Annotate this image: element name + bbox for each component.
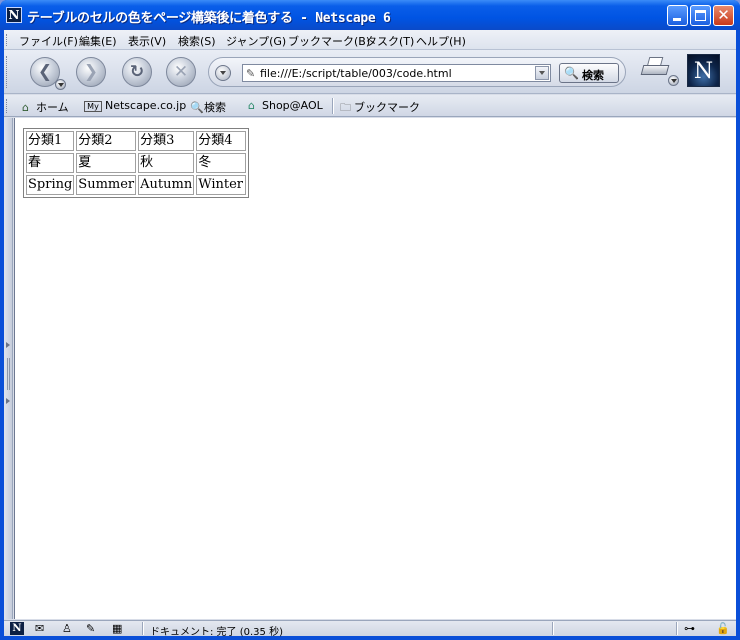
search-button[interactable]: 🔍 検索 [559,63,619,83]
online-status-icon[interactable]: ⊶ [684,622,695,635]
search-icon: 🔍 [564,66,579,80]
bookmarks-folder[interactable]: 🗀 ブックマーク [340,99,420,118]
print-dropdown[interactable] [668,75,679,86]
table-cell: 夏 [76,153,137,173]
search-label: 検索 [204,101,226,114]
netscape-app-icon[interactable]: N [6,7,22,23]
maximize-icon [695,10,706,21]
forward-arrow-icon: ❯ [83,62,99,82]
menu-view[interactable]: 表示(V) [128,33,166,49]
composer-icon[interactable]: ✎ [86,622,95,635]
status-bar: N ✉ ♙ ✎ ▦ ドキュメント: 完了 (0.35 秒) ⊶ 🔓 [4,620,736,638]
page-content: 分類1 分類2 分類3 分類4 春 夏 秋 冬 Spring Summer Au… [14,118,736,619]
maximize-button[interactable] [690,5,711,26]
status-text: ドキュメント: 完了 (0.35 秒) [150,627,283,638]
sidebar-arrow-icon [6,398,10,404]
table-cell: Autumn [138,175,195,195]
status-divider [676,622,678,635]
url-value[interactable]: file:///E:/script/table/003/code.html [260,67,452,80]
minimize-icon [673,18,681,21]
browser-window: N テーブルのセルの色をページ構築後に着色する - Netscape 6 ✕ フ… [0,0,740,640]
instant-messenger-icon[interactable]: ♙ [62,622,72,635]
table-cell: Winter [196,175,247,195]
minimize-button[interactable] [667,5,688,26]
table-row: 分類1 分類2 分類3 分類4 [26,131,247,151]
netscape-logo[interactable]: N [687,54,720,87]
personal-toolbar-grip[interactable] [6,99,10,113]
toolbar-divider [332,98,334,114]
netscape-link[interactable]: My Netscape.co.jp [84,99,186,112]
table-cell: Summer [76,175,137,195]
menu-edit[interactable]: 編集(E) [79,33,117,49]
close-button[interactable]: ✕ [713,5,734,26]
table-cell: 冬 [196,153,247,173]
sidebar-grip-icon [7,358,10,390]
menu-file[interactable]: ファイル(F) [19,33,78,49]
search-button-label: 検索 [582,69,604,82]
title-bar[interactable]: N テーブルのセルの色をページ構築後に着色する - Netscape 6 ✕ [0,0,740,30]
reload-button[interactable]: ↻ [122,57,152,87]
table-row: Spring Summer Autumn Winter [26,175,247,195]
navigation-toolbar: ❮ ❯ ↻ ✕ ✎ file:///E:/script/table/003/co… [4,50,736,94]
table-cell: 分類2 [76,131,137,151]
table-row: 春 夏 秋 冬 [26,153,247,173]
status-divider [142,622,144,635]
window-title: テーブルのセルの色をページ構築後に着色する - Netscape 6 [27,11,391,26]
security-lock-icon[interactable]: 🔓 [716,622,730,635]
shop-label: Shop@AOL [262,99,323,112]
menu-tasks[interactable]: タスク(T) [366,33,414,49]
page-icon: ✎ [246,67,256,80]
printer-body [640,65,670,75]
back-history-dropdown[interactable] [55,79,66,90]
url-history-button[interactable] [215,65,231,81]
table-cell: 春 [26,153,75,173]
shop-aol-link[interactable]: ⌂ Shop@AOL [248,99,323,112]
menu-help[interactable]: ヘルプ(H) [416,33,466,49]
browser-client: ファイル(F) 編集(E) 表示(V) 検索(S) ジャンプ(G) ブックマーク… [4,30,736,638]
home-label: ホーム [36,101,69,114]
reload-icon: ↻ [129,62,145,82]
mail-icon[interactable]: ✉ [35,622,44,635]
shop-icon: ⌂ [248,99,255,112]
season-table: 分類1 分類2 分類3 分類4 春 夏 秋 冬 Spring Summer Au… [23,128,250,198]
address-book-icon[interactable]: ▦ [112,622,122,635]
my-netscape-icon: My [84,101,102,112]
menu-bookmarks[interactable]: ブックマーク(B) [288,33,370,49]
chevron-down-icon [220,71,226,75]
home-link[interactable]: ⌂ ホーム [22,99,69,115]
stop-icon: ✕ [173,62,189,82]
table-cell: 秋 [138,153,195,173]
bookmarks-label: ブックマーク [354,101,420,114]
forward-button[interactable]: ❯ [76,57,106,87]
sidebar-arrow-icon [6,342,10,348]
menu-go[interactable]: ジャンプ(G) [226,33,286,49]
folder-icon: 🗀 [340,101,351,114]
chevron-down-icon [58,83,64,87]
menu-search[interactable]: 検索(S) [178,33,216,49]
table-cell: 分類4 [196,131,247,151]
chevron-down-icon [539,71,545,75]
personal-toolbar: ⌂ ホーム My Netscape.co.jp 🔍検索 ⌂ Shop@AOL 🗀 ブック… [4,95,736,117]
search-icon: 🔍 [190,101,204,114]
url-input[interactable]: ✎ file:///E:/script/table/003/code.html [242,64,551,82]
stop-button[interactable]: ✕ [166,57,196,87]
table-cell: Spring [26,175,75,195]
netscape-status-icon[interactable]: N [10,622,24,635]
menu-bar: ファイル(F) 編集(E) 表示(V) 検索(S) ジャンプ(G) ブックマーク… [4,30,736,50]
status-divider [552,622,554,635]
table-cell: 分類1 [26,131,75,151]
close-icon: ✕ [717,6,730,24]
url-bar-container: ✎ file:///E:/script/table/003/code.html … [208,57,626,87]
chevron-down-icon [671,79,677,83]
sidebar-toggle[interactable] [4,118,13,619]
url-dropdown-button[interactable] [535,66,549,80]
menubar-grip[interactable] [6,34,10,46]
table-cell: 分類3 [138,131,195,151]
navbar-grip[interactable] [6,56,10,88]
netscape-label: Netscape.co.jp [105,99,187,112]
home-icon: ⌂ [22,101,29,114]
search-link[interactable]: 🔍検索 [190,99,226,115]
